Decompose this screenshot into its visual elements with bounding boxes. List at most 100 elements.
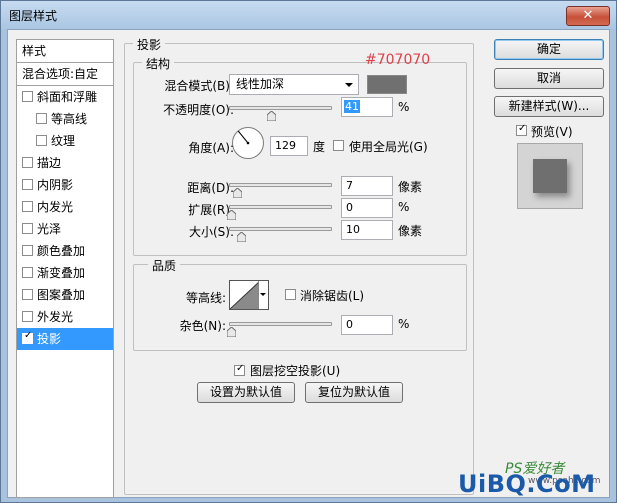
angle-label: 角度(A): — [188, 141, 234, 155]
opacity-input[interactable]: 41 — [341, 97, 393, 117]
size-input[interactable]: 10 — [341, 220, 393, 240]
opacity-label: 不透明度(O): — [163, 103, 234, 117]
check-icon: ✓ — [24, 330, 33, 341]
size-slider-thumb[interactable] — [237, 232, 246, 242]
opacity-slider-thumb[interactable] — [266, 111, 276, 121]
noise-input[interactable]: 0 — [341, 315, 393, 335]
contour-picker[interactable] — [229, 280, 269, 310]
style-item[interactable]: ✓ 投影 — [17, 328, 113, 350]
style-item-label: 图案叠加 — [37, 288, 86, 302]
style-item-checkbox[interactable] — [22, 311, 33, 322]
style-list-header[interactable]: 样式 — [17, 40, 113, 62]
contour-curve-icon — [230, 281, 260, 309]
style-item-label: 投影 — [37, 332, 62, 346]
style-item-checkbox[interactable] — [22, 223, 33, 234]
style-item[interactable]: 渐变叠加 — [17, 262, 113, 284]
style-item-checkbox[interactable] — [36, 135, 47, 146]
drop-shadow-title: 投影 — [133, 36, 166, 53]
opacity-unit: % — [398, 100, 410, 114]
structure-title: 结构 — [142, 55, 175, 72]
angle-input[interactable]: 129 — [270, 136, 308, 156]
style-item-label: 描边 — [37, 156, 62, 170]
style-item[interactable]: 外发光 — [17, 306, 113, 328]
window-title: 图层样式 — [9, 9, 58, 23]
style-item[interactable]: 内阴影 — [17, 174, 113, 196]
distance-slider-track[interactable] — [229, 183, 332, 187]
style-item-label: 斜面和浮雕 — [37, 90, 98, 104]
reset-default-button[interactable]: 复位为默认值 — [305, 382, 403, 403]
spread-slider-thumb[interactable] — [227, 210, 236, 220]
distance-label: 距离(D): — [187, 181, 234, 195]
angle-unit: 度 — [313, 140, 326, 154]
noise-unit: % — [398, 317, 410, 331]
size-slider-track[interactable] — [229, 227, 332, 231]
drop-shadow-group: 投影 结构 混合模式(B): 线性加深 不透明度(O): 41 % 角度(A): — [124, 36, 474, 495]
blend-options-item[interactable]: 混合选项:自定 — [17, 63, 113, 85]
layer-style-dialog: 图层样式 ✕ 样式 混合选项:自定 斜面和浮雕等高线纹理描边内阴影内发光光泽颜色… — [0, 0, 617, 503]
style-item-checkbox[interactable] — [22, 179, 33, 190]
contour-label: 等高线: — [185, 291, 226, 305]
spread-slider-track[interactable] — [229, 205, 332, 209]
style-item-label: 内阴影 — [37, 178, 74, 192]
title-bar[interactable]: 图层样式 ✕ — [1, 1, 616, 29]
style-item-checkbox[interactable] — [22, 245, 33, 256]
style-item[interactable]: 内发光 — [17, 196, 113, 218]
style-item[interactable]: 图案叠加 — [17, 284, 113, 306]
global-light-checkbox[interactable] — [333, 140, 344, 151]
style-item[interactable]: 光泽 — [17, 218, 113, 240]
angle-dial[interactable] — [231, 126, 265, 160]
style-item-label: 外发光 — [37, 310, 74, 324]
preview-checkbox[interactable]: ✓ — [516, 123, 527, 136]
style-item[interactable]: 描边 — [17, 152, 113, 174]
knockout-check: ✓ — [236, 363, 245, 374]
style-item-checkbox[interactable] — [22, 91, 33, 102]
style-list: 样式 混合选项:自定 斜面和浮雕等高线纹理描边内阴影内发光光泽颜色叠加渐变叠加图… — [16, 39, 114, 498]
blend-mode-label: 混合模式(B): — [164, 79, 234, 93]
close-button[interactable]: ✕ — [566, 6, 610, 26]
style-item-label: 颜色叠加 — [37, 244, 86, 258]
style-item-label: 纹理 — [51, 134, 76, 148]
global-light-label: 使用全局光(G) — [349, 140, 428, 154]
distance-input[interactable]: 7 — [341, 176, 393, 196]
knockout-label: 图层挖空投影(U) — [250, 364, 341, 378]
spread-input[interactable]: 0 — [341, 198, 393, 218]
distance-unit: 像素 — [398, 180, 423, 194]
style-item-checkbox[interactable]: ✓ — [22, 330, 33, 344]
blend-mode-select[interactable]: 线性加深 — [229, 74, 359, 95]
distance-slider-thumb[interactable] — [233, 188, 242, 198]
style-item[interactable]: 斜面和浮雕 — [17, 86, 113, 108]
preview-check: ✓ — [518, 123, 527, 134]
style-item-label: 渐变叠加 — [37, 266, 86, 280]
structure-group: 结构 混合模式(B): 线性加深 不透明度(O): 41 % 角度(A): 12… — [133, 55, 467, 256]
contour-dropdown[interactable] — [258, 281, 268, 309]
chevron-down-icon — [260, 293, 266, 296]
style-item-label: 等高线 — [51, 112, 88, 126]
size-unit: 像素 — [398, 224, 423, 238]
style-item[interactable]: 颜色叠加 — [17, 240, 113, 262]
antialias-label: 消除锯齿(L) — [300, 289, 365, 303]
noise-label: 杂色(N): — [179, 319, 226, 333]
quality-title: 品质 — [148, 257, 181, 274]
style-item-checkbox[interactable] — [22, 289, 33, 300]
style-item-checkbox[interactable] — [22, 157, 33, 168]
style-item-checkbox[interactable] — [36, 113, 47, 124]
quality-group: 品质 等高线: 消除锯齿(L) 杂色(N): 0 % — [133, 257, 467, 351]
style-item[interactable]: 纹理 — [17, 130, 113, 152]
noise-slider-track[interactable] — [229, 322, 332, 326]
dialog-content: 样式 混合选项:自定 斜面和浮雕等高线纹理描边内阴影内发光光泽颜色叠加渐变叠加图… — [7, 29, 610, 498]
make-default-button[interactable]: 设置为默认值 — [197, 382, 295, 403]
angle-dial-icon — [232, 127, 264, 159]
noise-slider-thumb[interactable] — [227, 327, 236, 337]
new-style-button[interactable]: 新建样式(W)... — [494, 96, 604, 117]
antialias-checkbox[interactable] — [285, 289, 296, 300]
style-item-label: 内发光 — [37, 200, 74, 214]
shadow-color-swatch[interactable] — [367, 75, 407, 94]
style-item-checkbox[interactable] — [22, 267, 33, 278]
style-item[interactable]: 等高线 — [17, 108, 113, 130]
ok-button[interactable]: 确定 — [494, 39, 604, 60]
watermark-site: UiBQ.CoM — [458, 470, 596, 498]
style-item-checkbox[interactable] — [22, 201, 33, 212]
knockout-checkbox[interactable]: ✓ — [234, 363, 245, 376]
cancel-button[interactable]: 取消 — [494, 68, 604, 89]
opacity-slider-track[interactable] — [229, 106, 332, 110]
